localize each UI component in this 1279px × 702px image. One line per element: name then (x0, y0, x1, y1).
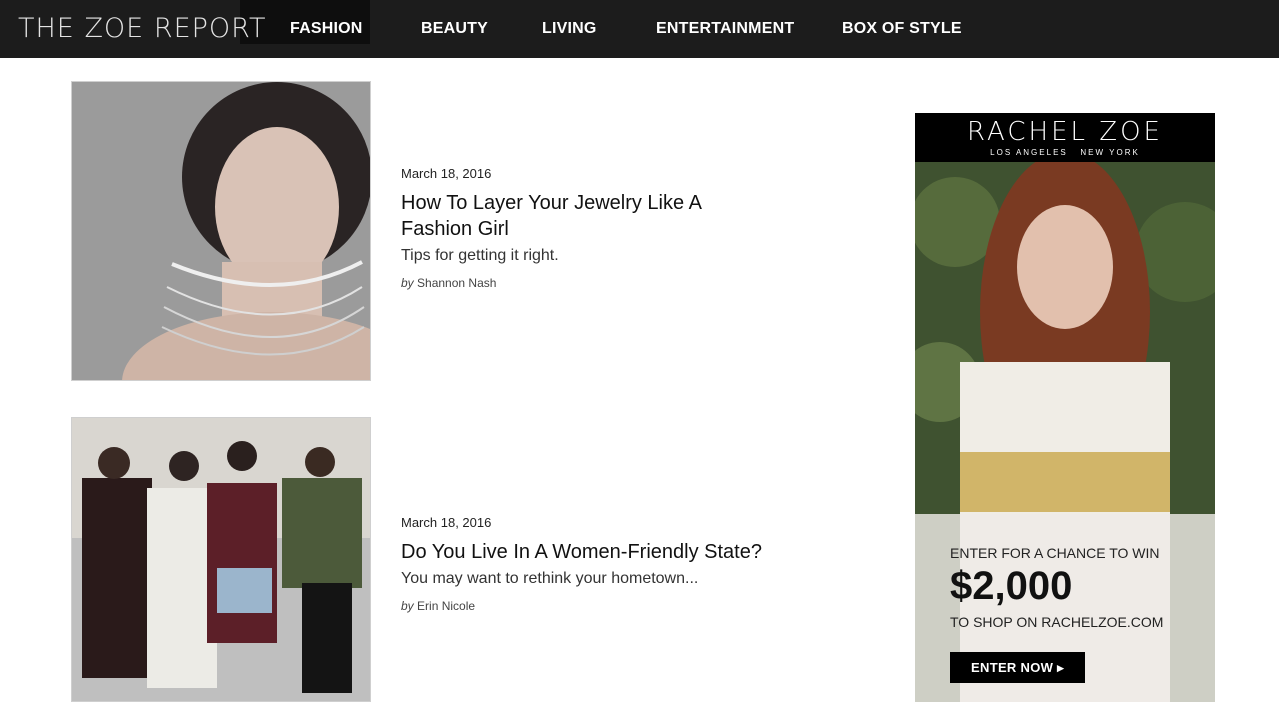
logo-text-bold: REPORT (153, 13, 267, 44)
article-thumbnail[interactable] (71, 81, 371, 381)
nav-item-box-of-style[interactable]: BOX OF STYLE (842, 0, 962, 58)
ad-brand-cities: LOS ANGELES NEW YORK (990, 148, 1140, 157)
nav-item-fashion[interactable]: FASHION (290, 0, 363, 58)
byline-prefix: by (401, 276, 414, 290)
byline-prefix: by (401, 599, 414, 613)
rachel-zoe-ad[interactable]: RACHEL ZOE LOS ANGELES NEW YORK ENTER FO… (915, 113, 1215, 702)
nav-item-beauty[interactable]: BEAUTY (421, 0, 488, 58)
site-logo[interactable]: THE ZOE REPORT (18, 13, 266, 44)
ad-brand-header: RACHEL ZOE LOS ANGELES NEW YORK (915, 113, 1215, 162)
article-date: March 18, 2016 (401, 515, 492, 530)
article-title-line: Do You Live In A Women-Friendly State? (401, 541, 762, 563)
article-title[interactable]: Do You Live In A Women-Friendly State? (401, 539, 762, 565)
article-photo-street-style (72, 418, 370, 701)
article-dek: Tips for getting it right. (401, 247, 559, 264)
nav-item-entertainment[interactable]: ENTERTAINMENT (656, 0, 794, 58)
article-title-line: Fashion Girl (401, 218, 509, 240)
logo-text-light: THE ZOE (18, 13, 154, 44)
ad-brand-name: RACHEL ZOE (967, 117, 1163, 147)
article-date: March 18, 2016 (401, 166, 492, 181)
ad-headline: ENTER FOR A CHANCE TO WIN (950, 545, 1160, 561)
article-title-line: How To Layer Your Jewelry Like A (401, 192, 702, 214)
article-byline: by Erin Nicole (401, 599, 475, 613)
enter-now-button[interactable]: ENTER NOW ▸ (950, 652, 1085, 683)
article-photo-jewelry (72, 82, 370, 380)
ad-subline: TO SHOP ON RACHELZOE.COM (950, 614, 1164, 630)
article-title[interactable]: How To Layer Your Jewelry Like A Fashion… (401, 190, 702, 242)
article-author[interactable]: Erin Nicole (417, 599, 475, 613)
top-navigation-bar: THE ZOE REPORT FASHION BEAUTY LIVING ENT… (0, 0, 1279, 58)
nav-item-living[interactable]: LIVING (542, 0, 597, 58)
article-author[interactable]: Shannon Nash (417, 276, 496, 290)
article-thumbnail[interactable] (71, 417, 371, 702)
ad-prize-amount: $2,000 (950, 564, 1073, 608)
article-dek: You may want to rethink your hometown... (401, 570, 699, 587)
article-byline: by Shannon Nash (401, 276, 496, 290)
